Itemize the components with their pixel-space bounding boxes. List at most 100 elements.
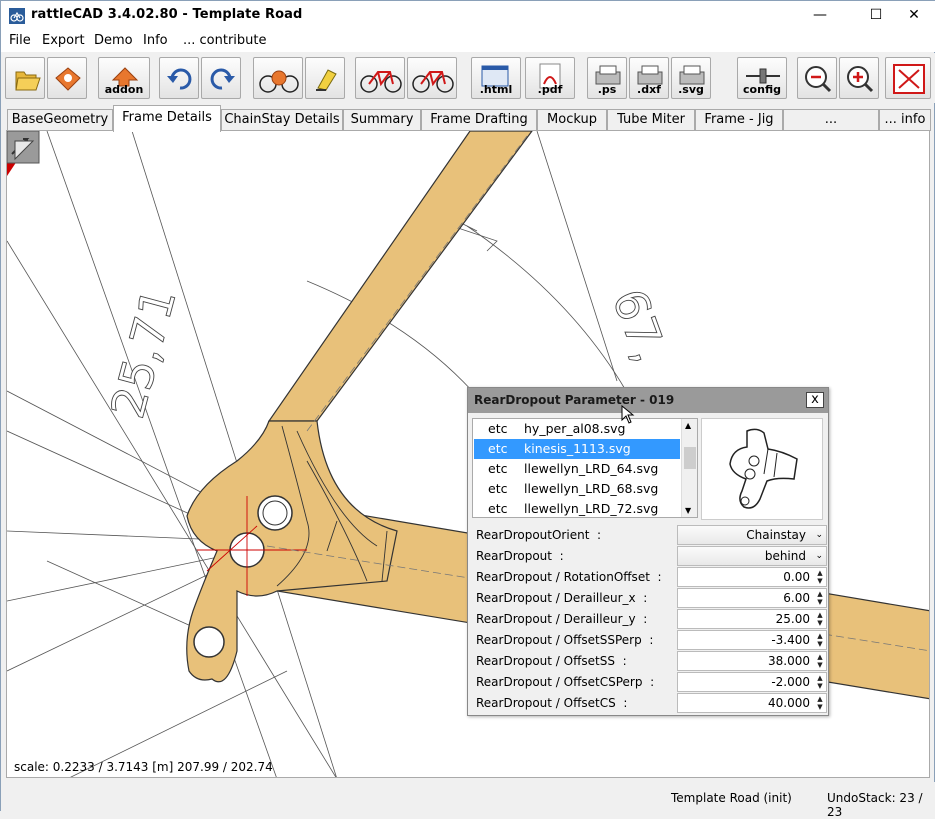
param-row: RearDropout / OffsetSSPerp : -3.400 ▲ ▼ <box>472 630 827 651</box>
export-ps-button[interactable]: .ps <box>587 57 627 99</box>
tab-basegeometry[interactable]: BaseGeometry <box>7 109 113 131</box>
spinner-arrows-icon[interactable]: ▲ ▼ <box>815 695 825 711</box>
scroll-down-icon[interactable]: ▼ <box>685 506 691 515</box>
menu-demo[interactable]: Demo <box>94 33 133 48</box>
spinner-arrows-icon[interactable]: ▲ ▼ <box>815 569 825 585</box>
export-dxf-button[interactable]: .dxf <box>629 57 669 99</box>
tab-components[interactable]: ... Components <box>783 109 879 147</box>
dropout-hole-upper-inner <box>262 500 288 526</box>
param-value: behind <box>764 549 806 563</box>
tab-info[interactable]: ... info <box>879 109 931 131</box>
file-type: etc <box>488 461 508 476</box>
html-label: .html <box>479 83 513 96</box>
zoom-out-button[interactable] <box>797 57 837 99</box>
svg-label: .svg <box>678 83 704 96</box>
file-type: etc <box>488 441 508 456</box>
export-html-button[interactable]: .html <box>471 57 521 99</box>
open-folder-button[interactable] <box>5 57 45 99</box>
file-name: llewellyn_LRD_64.svg <box>524 461 659 476</box>
seat-stay-tube[interactable] <box>267 131 533 422</box>
spinner-arrows-icon[interactable]: ▲ ▼ <box>815 590 825 606</box>
dialog-header[interactable]: RearDropout Parameter - 019 x <box>468 388 828 413</box>
toolbar: addon .html .pdf .ps .dxf .svg config <box>1 53 935 103</box>
redo-button[interactable] <box>201 57 241 99</box>
menu-info[interactable]: Info <box>143 33 168 48</box>
rendering-icon <box>259 70 299 93</box>
minimize-button[interactable]: — <box>797 1 843 30</box>
derailleur-x-spinbox[interactable]: 6.00 ▲ ▼ <box>677 588 827 608</box>
file-type: etc <box>488 481 508 496</box>
menu-contribute[interactable]: ... contribute <box>183 33 267 48</box>
dropout-hole-derailleur <box>193 626 225 658</box>
menu-file[interactable]: File <box>9 33 31 48</box>
rotation-offset-spinbox[interactable]: 0.00 ▲ ▼ <box>677 567 827 587</box>
fit-view-icon <box>893 64 925 94</box>
param-label: RearDropout / OffsetCSPerp : <box>476 675 655 689</box>
tab-frame-jig[interactable]: Frame - Jig <box>695 109 783 131</box>
param-value: Chainstay <box>746 528 806 542</box>
file-list-scrollbar[interactable]: ▲ ▼ <box>681 419 697 517</box>
tab-frame-details[interactable]: Frame Details <box>113 105 221 132</box>
undo-button[interactable] <box>159 57 199 99</box>
param-label: RearDropout / OffsetCS : <box>476 696 628 710</box>
param-label: RearDropout / OffsetSS : <box>476 654 627 668</box>
file-name: kinesis_1113.svg <box>524 441 631 456</box>
spinner-arrows-icon[interactable]: ▲ ▼ <box>815 653 825 669</box>
offset-cs-spinbox[interactable]: 40.000 ▲ ▼ <box>677 693 827 713</box>
derailleur-y-spinbox[interactable]: 25.00 ▲ ▼ <box>677 609 827 629</box>
list-item[interactable]: etc llewellyn_LRD_64.svg <box>474 459 680 479</box>
mouse-cursor-icon <box>621 405 635 424</box>
tab-frame-drafting[interactable]: Frame Drafting <box>421 109 537 131</box>
scroll-thumb[interactable] <box>684 447 696 469</box>
tab-bar: BaseGeometry Frame Details ChainStay Det… <box>1 105 935 147</box>
file-type: etc <box>488 501 508 516</box>
dialog-close-button[interactable]: x <box>806 392 824 408</box>
addon-button[interactable]: addon <box>98 57 150 99</box>
reardropout-position-select[interactable]: behind ⌄ <box>677 546 827 566</box>
open-template-button[interactable] <box>47 57 87 99</box>
param-row: RearDropoutOrient : Chainstay ⌄ <box>472 525 827 546</box>
chevron-down-icon: ⌄ <box>815 551 823 561</box>
param-row: RearDropout / RotationOffset : 0.00 ▲ ▼ <box>472 567 827 588</box>
reardropout-orient-select[interactable]: Chainstay ⌄ <box>677 525 827 545</box>
list-item[interactable]: etc hy_per_al08.svg <box>474 419 680 439</box>
list-item-selected[interactable]: etc kinesis_1113.svg <box>474 439 680 459</box>
param-row: RearDropout / OffsetCS : 40.000 ▲ ▼ <box>472 693 827 714</box>
bike-view-button-1[interactable] <box>355 57 405 99</box>
offset-ss-spinbox[interactable]: 38.000 ▲ ▼ <box>677 651 827 671</box>
export-svg-button[interactable]: .svg <box>671 57 711 99</box>
fit-view-button[interactable] <box>885 57 931 99</box>
menu-bar: File Export Demo Info ... contribute <box>1 30 935 52</box>
spinner-arrows-icon[interactable]: ▲ ▼ <box>815 611 825 627</box>
tab-summary[interactable]: Summary <box>343 109 421 131</box>
config-label: config <box>743 83 781 96</box>
list-item[interactable]: etc llewellyn_LRD_68.svg <box>474 479 680 499</box>
menu-export[interactable]: Export <box>42 33 85 48</box>
param-label: RearDropout / Derailleur_x : <box>476 591 648 605</box>
param-value: -3.400 <box>771 633 810 647</box>
scroll-up-icon[interactable]: ▲ <box>685 421 691 430</box>
offset-cs-perp-spinbox[interactable]: -2.000 ▲ ▼ <box>677 672 827 692</box>
spinner-arrows-icon[interactable]: ▲ ▼ <box>815 632 825 648</box>
zoom-in-button[interactable] <box>839 57 879 99</box>
file-name: llewellyn_LRD_72.svg <box>524 501 659 516</box>
tab-chainstay-details[interactable]: ChainStay Details <box>221 109 343 131</box>
spinner-arrows-icon[interactable]: ▲ ▼ <box>815 674 825 690</box>
param-value: 6.00 <box>783 591 810 605</box>
ps-label: .ps <box>597 83 617 96</box>
tab-tube-miter[interactable]: Tube Miter <box>607 109 695 131</box>
bike-view-button-2[interactable] <box>407 57 457 99</box>
tab-mockup[interactable]: Mockup <box>537 109 607 131</box>
rendering-button[interactable] <box>253 57 303 99</box>
close-window-button[interactable]: ✕ <box>891 1 935 30</box>
list-item[interactable]: etc llewellyn_LRD_72.svg <box>474 499 680 517</box>
dialog-title: RearDropout Parameter - 019 <box>474 393 675 407</box>
config-button[interactable]: config <box>737 57 787 99</box>
param-row: RearDropout / OffsetSS : 38.000 ▲ ▼ <box>472 651 827 672</box>
export-pdf-button[interactable]: .pdf <box>525 57 575 99</box>
status-project: Template Road (init) <box>671 791 792 805</box>
clear-button[interactable] <box>305 57 345 99</box>
param-row: RearDropout / Derailleur_x : 6.00 ▲ ▼ <box>472 588 827 609</box>
dropout-file-list[interactable]: etc hy_per_al08.svg etc kinesis_1113.svg e… <box>472 418 698 518</box>
offset-ss-perp-spinbox[interactable]: -3.400 ▲ ▼ <box>677 630 827 650</box>
